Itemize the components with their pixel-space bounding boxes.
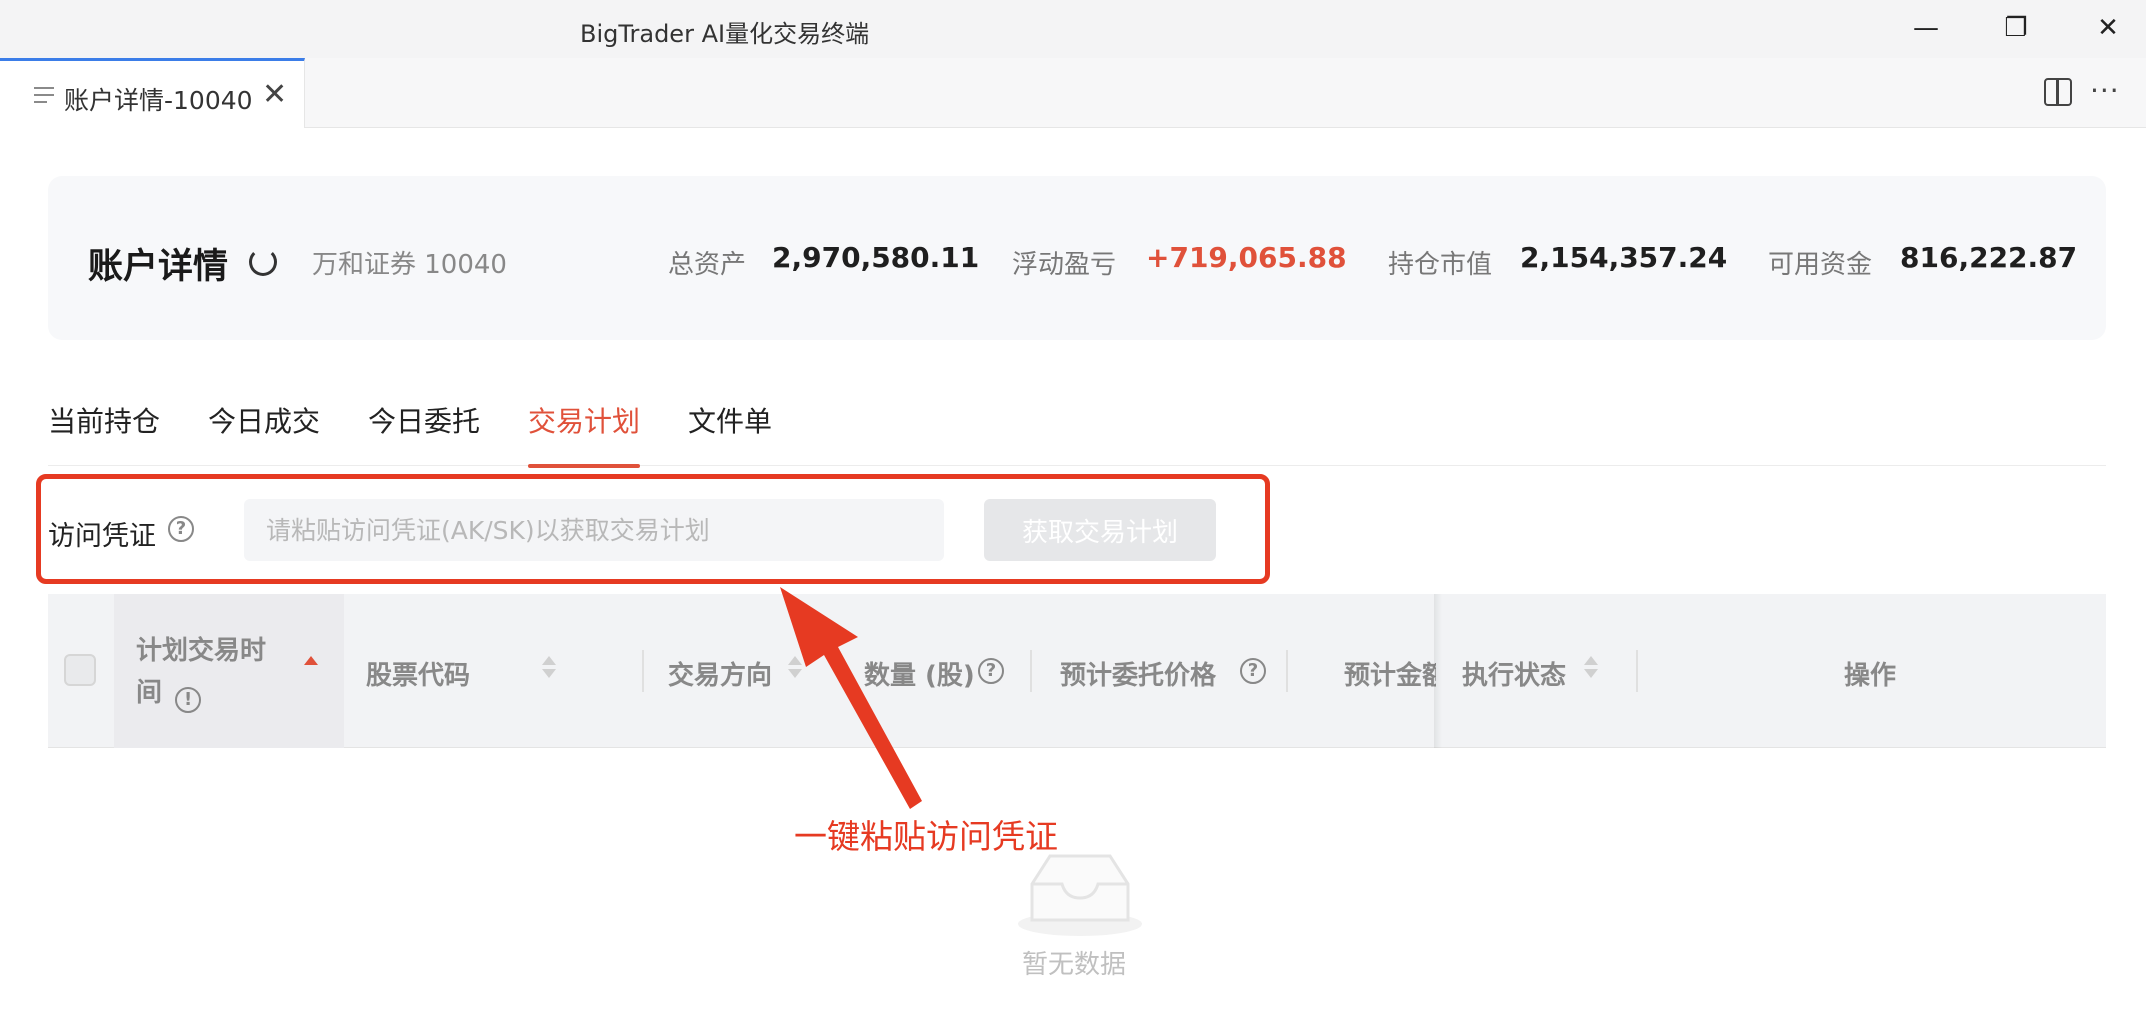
- broker-account: 万和证券 10040: [312, 250, 507, 280]
- restore-button[interactable]: ❐: [1986, 8, 2046, 48]
- total-assets-value: 2,970,580.11: [772, 241, 980, 274]
- column-divider: [1030, 650, 1032, 692]
- page-title: 账户详情: [88, 247, 229, 287]
- minimize-button[interactable]: —: [1896, 8, 1956, 48]
- empty-box-icon: [1018, 854, 1142, 936]
- document-tab-label: 账户详情-10040: [64, 86, 253, 115]
- restore-icon: ❐: [2004, 13, 2028, 43]
- close-icon: ✕: [2097, 13, 2119, 43]
- floating-pnl-value: +719,065.88: [1146, 241, 1347, 274]
- section-tabs: 当前持仓 今日成交 今日委托 交易计划 文件单: [48, 400, 2106, 468]
- tab-close-icon[interactable]: ✕: [262, 77, 287, 112]
- available-funds-value: 816,222.87: [1900, 241, 2078, 274]
- select-all-checkbox[interactable]: [64, 654, 96, 686]
- column-divider: [642, 650, 644, 692]
- column-stock-code[interactable]: 股票代码: [366, 594, 566, 748]
- tab-today-trades[interactable]: 今日成交: [208, 400, 320, 466]
- fixed-column-shadow: [1434, 594, 1442, 748]
- refresh-icon[interactable]: [249, 248, 277, 276]
- column-plan-time[interactable]: 计划交易时 间 !: [114, 594, 344, 748]
- column-divider: [1636, 650, 1638, 692]
- column-plan-time-label: 计划交易时 间 !: [136, 630, 286, 714]
- close-window-button[interactable]: ✕: [2078, 8, 2138, 48]
- app-title: BigTrader AI量化交易终端: [580, 20, 870, 48]
- tab-today-orders[interactable]: 今日委托: [368, 400, 480, 466]
- annotation-highlight-box: [36, 474, 1270, 584]
- document-tab-strip: 账户详情-10040 ✕ ···: [0, 58, 2146, 128]
- price-help-icon[interactable]: ?: [1240, 658, 1266, 684]
- title-bar: BigTrader AI量化交易终端 — ❐ ✕: [0, 0, 2146, 58]
- account-summary-card: 账户详情 万和证券 10040 总资产 2,970,580.11 浮动盈亏 +7…: [48, 176, 2106, 340]
- column-est-amount: 预计金额: [1344, 661, 1436, 691]
- annotation-arrow: [780, 587, 922, 809]
- column-divider: [1286, 650, 1288, 692]
- tab-file-orders[interactable]: 文件单: [688, 400, 772, 466]
- trading-plan-table-header: 计划交易时 间 ! 股票代码 交易方向 数量 (股) ? 预计委托价格 ? 预计…: [48, 594, 2106, 748]
- sort-icon[interactable]: [1584, 656, 1598, 678]
- column-actions: 操作: [1844, 661, 1897, 691]
- position-value-value: 2,154,357.24: [1520, 241, 1728, 274]
- tab-current-positions[interactable]: 当前持仓: [48, 400, 160, 466]
- column-est-price: 预计委托价格 ?: [1060, 594, 1280, 748]
- empty-state-text: 暂无数据: [1022, 950, 1127, 980]
- split-view-icon[interactable]: [2044, 78, 2072, 106]
- more-options-icon[interactable]: ···: [2090, 74, 2120, 107]
- document-lines-icon: [34, 87, 54, 105]
- column-exec-status[interactable]: 执行状态: [1462, 594, 1612, 748]
- sort-icon[interactable]: [542, 656, 556, 678]
- quantity-help-icon[interactable]: ?: [978, 658, 1004, 684]
- available-funds-label: 可用资金: [1768, 250, 1873, 280]
- position-value-label: 持仓市值: [1388, 250, 1493, 280]
- total-assets-label: 总资产: [668, 250, 747, 280]
- info-icon[interactable]: !: [175, 687, 202, 713]
- floating-pnl-label: 浮动盈亏: [1012, 250, 1117, 280]
- sort-asc-icon[interactable]: [304, 656, 318, 669]
- minimize-icon: —: [1913, 13, 1939, 43]
- tab-trading-plan[interactable]: 交易计划: [528, 400, 641, 468]
- document-tab-account-detail[interactable]: 账户详情-10040 ✕: [0, 58, 305, 128]
